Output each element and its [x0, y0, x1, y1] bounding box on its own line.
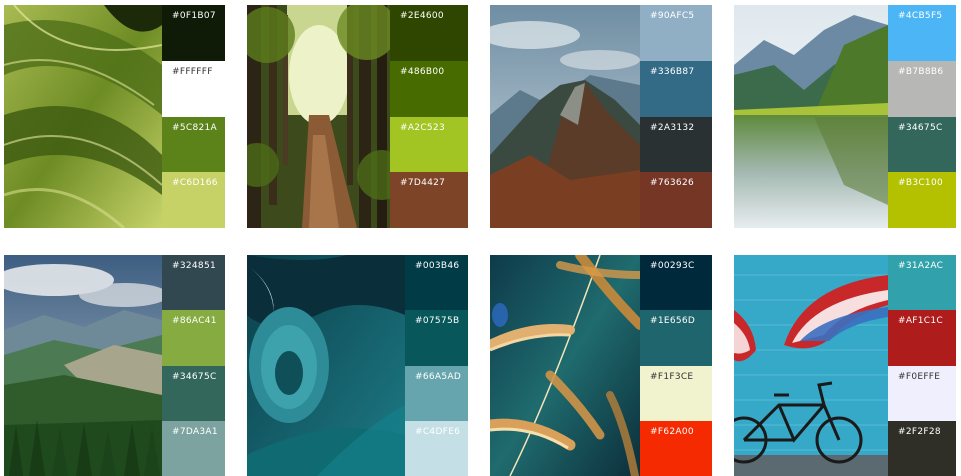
- hex-code: #5C821A: [172, 122, 217, 133]
- color-swatch[interactable]: #2F2F28: [888, 420, 956, 476]
- hex-code: #2F2F28: [898, 426, 941, 437]
- color-swatch[interactable]: #7D4427: [390, 172, 468, 228]
- swatch-column: #003B46 #07575B #66A5AD #C4DFE6: [405, 255, 468, 476]
- hex-code: #C6D166: [172, 178, 218, 189]
- hex-code: #F1F3CE: [650, 371, 694, 382]
- swatch-column: #00293C #1E656D #F1F3CE #F62A00: [640, 255, 712, 476]
- wings-bicycle-photo: [734, 255, 888, 476]
- mountain-lake-photo: [734, 5, 888, 228]
- hex-code: #34675C: [172, 371, 217, 382]
- hex-code: #1E656D: [650, 316, 696, 327]
- palette-card[interactable]: #31A2AC #AF1C1C #F0EFFE #2F2F28: [734, 255, 956, 476]
- hex-code: #0F1B07: [172, 11, 216, 21]
- hex-code: #B7B8B6: [898, 66, 944, 77]
- forest-path-photo: [247, 5, 390, 228]
- color-swatch[interactable]: #66A5AD: [405, 365, 468, 421]
- hex-code: #31A2AC: [898, 261, 944, 271]
- color-swatch[interactable]: #B7B8B6: [888, 60, 956, 117]
- hex-code: #2E4600: [400, 11, 444, 21]
- palette-card[interactable]: #2E4600 #486B00 #A2C523 #7D4427: [247, 5, 468, 228]
- color-swatch[interactable]: #C6D166: [162, 172, 225, 228]
- hex-code: #34675C: [898, 122, 943, 133]
- palette-grid: #0F1B07 #FFFFFF #5C821A #C6D166 #2E4600 …: [0, 0, 961, 476]
- color-swatch[interactable]: #F62A00: [640, 420, 712, 476]
- wave-photo: [247, 255, 405, 476]
- color-swatch[interactable]: #C4DFE6: [405, 420, 468, 476]
- palette-card[interactable]: #324851 #86AC41 #34675C #7DA3A1: [4, 255, 225, 476]
- valley-photo: [4, 255, 162, 476]
- hex-code: #324851: [172, 261, 216, 271]
- color-swatch[interactable]: #31A2AC: [888, 255, 956, 311]
- color-swatch[interactable]: #FFFFFF: [162, 60, 225, 117]
- hex-code: #336B87: [650, 66, 695, 77]
- color-swatch[interactable]: #F1F3CE: [640, 365, 712, 421]
- color-swatch[interactable]: #34675C: [162, 365, 225, 421]
- hex-code: #90AFC5: [650, 11, 695, 21]
- hex-code: #07575B: [415, 316, 460, 327]
- hex-code: #003B46: [415, 261, 460, 271]
- palette-card[interactable]: #0F1B07 #FFFFFF #5C821A #C6D166: [4, 5, 225, 228]
- swatch-column: #90AFC5 #336B87 #2A3132 #763626: [640, 5, 712, 228]
- hex-code: #2A3132: [650, 122, 695, 133]
- hex-code: #4CB5F5: [898, 11, 943, 21]
- hex-code: #B3C100: [898, 178, 944, 189]
- color-swatch[interactable]: #5C821A: [162, 116, 225, 173]
- color-swatch[interactable]: #00293C: [640, 255, 712, 311]
- color-swatch[interactable]: #0F1B07: [162, 5, 225, 61]
- color-swatch[interactable]: #1E656D: [640, 310, 712, 366]
- swatch-column: #4CB5F5 #B7B8B6 #34675C #B3C100: [888, 5, 956, 228]
- hex-code: #FFFFFF: [172, 66, 213, 77]
- mountain-peak-photo: [490, 5, 640, 228]
- color-swatch[interactable]: #B3C100: [888, 172, 956, 228]
- hex-code: #F0EFFE: [898, 371, 941, 382]
- color-swatch[interactable]: #003B46: [405, 255, 468, 311]
- hex-code: #00293C: [650, 261, 695, 271]
- swatch-column: #0F1B07 #FFFFFF #5C821A #C6D166: [162, 5, 225, 228]
- color-swatch[interactable]: #F0EFFE: [888, 365, 956, 421]
- hex-code: #7D4427: [400, 178, 446, 189]
- color-swatch[interactable]: #2E4600: [390, 5, 468, 61]
- color-swatch[interactable]: #34675C: [888, 116, 956, 173]
- color-swatch[interactable]: #07575B: [405, 310, 468, 366]
- hex-code: #763626: [650, 178, 694, 189]
- color-swatch[interactable]: #486B00: [390, 60, 468, 117]
- hex-code: #86AC41: [172, 316, 217, 327]
- color-swatch[interactable]: #324851: [162, 255, 225, 311]
- palette-card[interactable]: #003B46 #07575B #66A5AD #C4DFE6: [247, 255, 468, 476]
- color-swatch[interactable]: #4CB5F5: [888, 5, 956, 61]
- swatch-column: #324851 #86AC41 #34675C #7DA3A1: [162, 255, 225, 476]
- color-swatch[interactable]: #86AC41: [162, 310, 225, 366]
- hex-code: #A2C523: [400, 122, 445, 133]
- color-swatch[interactable]: #7DA3A1: [162, 420, 225, 476]
- color-swatch[interactable]: #2A3132: [640, 116, 712, 173]
- color-swatch[interactable]: #336B87: [640, 60, 712, 117]
- hex-code: #F62A00: [650, 426, 694, 437]
- hex-code: #66A5AD: [415, 371, 462, 382]
- swatch-column: #2E4600 #486B00 #A2C523 #7D4427: [390, 5, 468, 228]
- color-swatch[interactable]: #AF1C1C: [888, 310, 956, 366]
- hex-code: #7DA3A1: [172, 426, 218, 437]
- leaf-photo: [4, 5, 162, 228]
- color-swatch[interactable]: #90AFC5: [640, 5, 712, 61]
- hex-code: #AF1C1C: [898, 316, 943, 327]
- hex-code: #C4DFE6: [415, 426, 461, 437]
- palette-card[interactable]: #4CB5F5 #B7B8B6 #34675C #B3C100: [734, 5, 956, 228]
- grass-photo: [490, 255, 640, 476]
- color-swatch[interactable]: #A2C523: [390, 116, 468, 173]
- color-swatch[interactable]: #763626: [640, 172, 712, 228]
- palette-card[interactable]: #00293C #1E656D #F1F3CE #F62A00: [490, 255, 712, 476]
- swatch-column: #31A2AC #AF1C1C #F0EFFE #2F2F28: [888, 255, 956, 476]
- hex-code: #486B00: [400, 66, 445, 77]
- palette-card[interactable]: #90AFC5 #336B87 #2A3132 #763626: [490, 5, 712, 228]
